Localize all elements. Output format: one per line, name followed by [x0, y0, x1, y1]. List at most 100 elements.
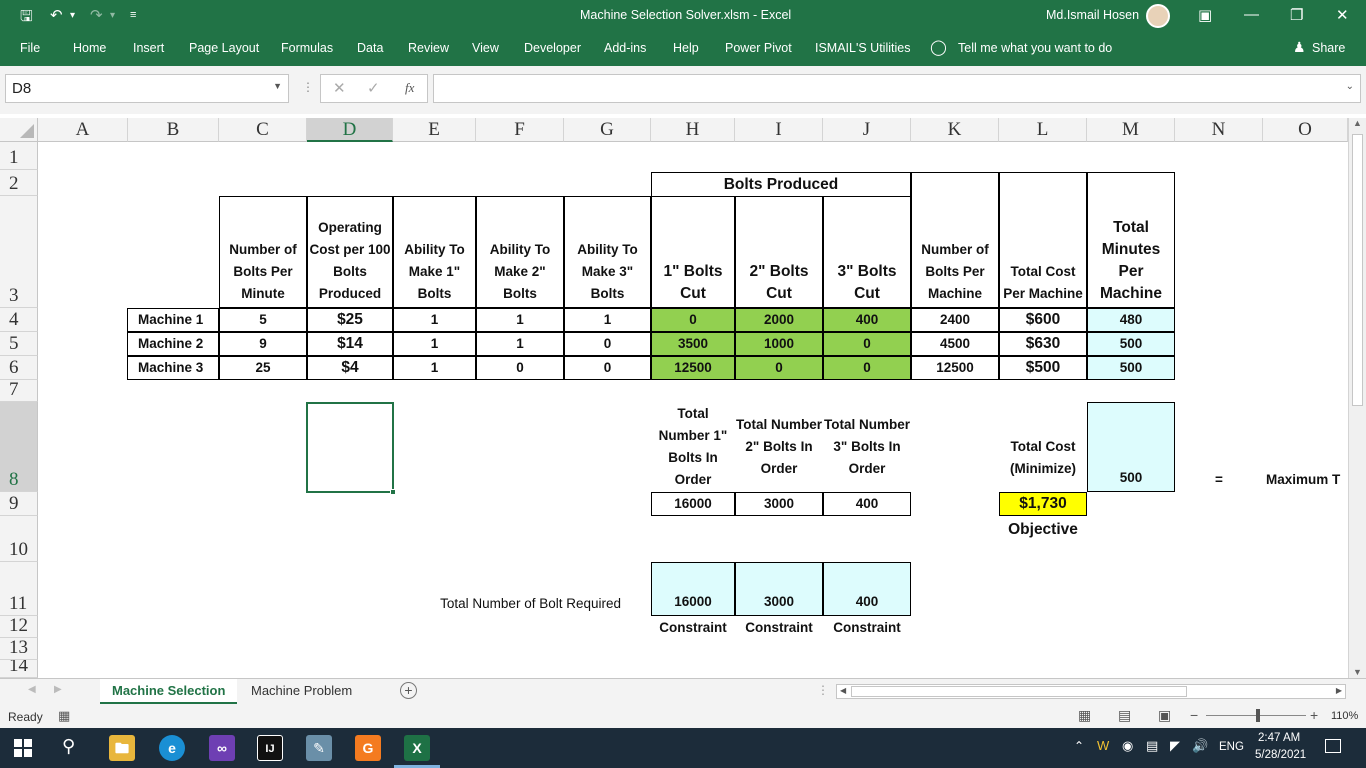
chevron-down-icon[interactable]: ▼ — [273, 81, 282, 91]
tell-me-search[interactable]: Tell me what you want to do — [958, 41, 1112, 55]
machine-1-bolts[interactable]: 2400 — [911, 308, 999, 332]
machine-3-name[interactable]: Machine 3 — [127, 356, 219, 380]
header-cut-3in[interactable]: 3" Bolts Cut — [823, 196, 911, 308]
visual-studio-icon[interactable]: ∞ — [209, 735, 235, 761]
col-header-m[interactable]: M — [1087, 118, 1175, 142]
tab-file[interactable]: File — [20, 41, 40, 55]
header-total-cost[interactable]: Total Cost Per Machine — [999, 172, 1087, 308]
total-cost-objective[interactable]: $1,730 — [999, 492, 1087, 516]
order-header-2in[interactable]: Total Number 2" Bolts In Order — [735, 402, 823, 492]
save-icon[interactable]: 🖫 — [20, 6, 33, 31]
network-icon[interactable]: ▤ — [1146, 738, 1158, 754]
machine-3-cost[interactable]: $4 — [307, 356, 393, 380]
machine-3-cut-2[interactable]: 0 — [735, 356, 823, 380]
machine-1-ability-3[interactable]: 1 — [564, 308, 651, 332]
order-total-1in[interactable]: 16000 — [651, 492, 735, 516]
machine-3-rate[interactable]: 25 — [219, 356, 307, 380]
order-total-2in[interactable]: 3000 — [735, 492, 823, 516]
machine-2-bolts[interactable]: 4500 — [911, 332, 999, 356]
wifi-icon[interactable]: ◤ — [1170, 738, 1180, 754]
header-operating-cost[interactable]: Operating Cost per 100 Bolts Produced — [307, 196, 393, 308]
col-header-f[interactable]: F — [476, 118, 564, 142]
tab-home[interactable]: Home — [73, 41, 106, 55]
required-1in[interactable]: 16000 — [651, 562, 735, 616]
row-header-2[interactable]: 2 — [0, 170, 38, 196]
order-total-3in[interactable]: 400 — [823, 492, 911, 516]
zoom-slider-thumb[interactable] — [1256, 709, 1260, 722]
normal-view-icon[interactable]: ▦ — [1078, 707, 1091, 724]
col-header-j[interactable]: J — [823, 118, 911, 142]
horizontal-scroll-thumb[interactable] — [851, 686, 1187, 697]
header-ability-1in[interactable]: Ability To Make 1" Bolts — [393, 196, 476, 308]
machine-3-total-cost[interactable]: $500 — [999, 356, 1087, 380]
windows-start-icon[interactable] — [14, 739, 32, 757]
machine-3-cut-3[interactable]: 0 — [823, 356, 911, 380]
row-header-10[interactable]: 10 — [0, 516, 38, 562]
zoom-in-icon[interactable]: + — [1310, 707, 1318, 723]
notifications-icon[interactable] — [1325, 739, 1341, 753]
enter-icon[interactable]: ✓ — [367, 79, 380, 97]
clock-date[interactable]: 5/28/2021 — [1255, 749, 1306, 761]
tab-view[interactable]: View — [472, 41, 499, 55]
machine-2-minutes[interactable]: 500 — [1087, 332, 1175, 356]
tab-ismails-utilities[interactable]: ISMAIL'S Utilities — [815, 41, 910, 55]
machine-3-minutes[interactable]: 500 — [1087, 356, 1175, 380]
scroll-left-icon[interactable]: ◀ — [840, 686, 846, 695]
bolts-produced-header[interactable]: Bolts Produced — [651, 172, 911, 197]
fill-handle[interactable] — [390, 489, 396, 495]
equals-sign[interactable]: = — [1175, 468, 1263, 492]
row-header-4[interactable]: 4 — [0, 308, 38, 332]
col-header-a[interactable]: A — [38, 118, 128, 142]
page-layout-view-icon[interactable]: ▤ — [1118, 707, 1131, 724]
input-language[interactable]: ENG — [1219, 741, 1244, 753]
machine-1-ability-2[interactable]: 1 — [476, 308, 564, 332]
row-header-14[interactable]: 14 — [0, 660, 38, 678]
machine-3-ability-3[interactable]: 0 — [564, 356, 651, 380]
share-button[interactable]: Share — [1312, 41, 1345, 55]
edge-icon[interactable]: e — [159, 735, 185, 761]
row-header-11[interactable]: 11 — [0, 562, 38, 616]
col-header-n[interactable]: N — [1175, 118, 1263, 142]
row-header-7[interactable]: 7 — [0, 379, 38, 402]
jetbrains-icon[interactable]: IJ — [257, 735, 283, 761]
zoom-out-icon[interactable]: − — [1190, 707, 1198, 723]
scroll-tabs-left-icon[interactable]: ◀ — [28, 684, 36, 695]
tab-data[interactable]: Data — [357, 41, 383, 55]
select-all-corner[interactable] — [0, 118, 38, 142]
header-ability-3in[interactable]: Ability To Make 3" Bolts — [564, 196, 651, 308]
machine-1-total-cost[interactable]: $600 — [999, 308, 1087, 332]
tab-add-ins[interactable]: Add-ins — [604, 41, 646, 55]
undo-dropdown-icon[interactable]: ▾ — [70, 10, 75, 21]
col-header-e[interactable]: E — [393, 118, 476, 142]
tab-power-pivot[interactable]: Power Pivot — [725, 41, 792, 55]
header-bolts-per-minute[interactable]: Number of Bolts Per Minute — [219, 196, 307, 308]
machine-2-cut-2[interactable]: 1000 — [735, 332, 823, 356]
machine-1-cost[interactable]: $25 — [307, 308, 393, 332]
machine-2-name[interactable]: Machine 2 — [127, 332, 219, 356]
tab-help[interactable]: Help — [673, 41, 699, 55]
machine-1-name[interactable]: Machine 1 — [127, 308, 219, 332]
tray-app-icon[interactable]: W — [1097, 738, 1109, 753]
machine-2-ability-1[interactable]: 1 — [393, 332, 476, 356]
col-header-k[interactable]: K — [911, 118, 999, 142]
machine-1-cut-3[interactable]: 400 — [823, 308, 911, 332]
required-3in[interactable]: 400 — [823, 562, 911, 616]
constraint-label-3[interactable]: Constraint — [823, 616, 911, 640]
tab-formulas[interactable]: Formulas — [281, 41, 333, 55]
machine-2-cost[interactable]: $14 — [307, 332, 393, 356]
page-break-view-icon[interactable]: ▣ — [1158, 707, 1171, 724]
row-header-6[interactable]: 6 — [0, 356, 38, 380]
max-minutes-value[interactable]: 500 — [1087, 402, 1175, 492]
tab-page-layout[interactable]: Page Layout — [189, 41, 259, 55]
objective-label[interactable]: Objective — [999, 516, 1087, 544]
redo-icon[interactable]: ↷ — [90, 6, 103, 24]
restore-icon[interactable]: ❐ — [1290, 6, 1303, 24]
machine-3-ability-2[interactable]: 0 — [476, 356, 564, 380]
horizontal-scrollbar[interactable]: ◀ ▶ — [836, 684, 1346, 699]
required-2in[interactable]: 3000 — [735, 562, 823, 616]
machine-2-ability-3[interactable]: 0 — [564, 332, 651, 356]
row-header-13[interactable]: 13 — [0, 637, 38, 660]
machine-1-minutes[interactable]: 480 — [1087, 308, 1175, 332]
sheet-tab-machine-selection[interactable]: Machine Selection — [100, 679, 238, 704]
expand-formula-icon[interactable]: ⌄ — [1346, 81, 1354, 92]
